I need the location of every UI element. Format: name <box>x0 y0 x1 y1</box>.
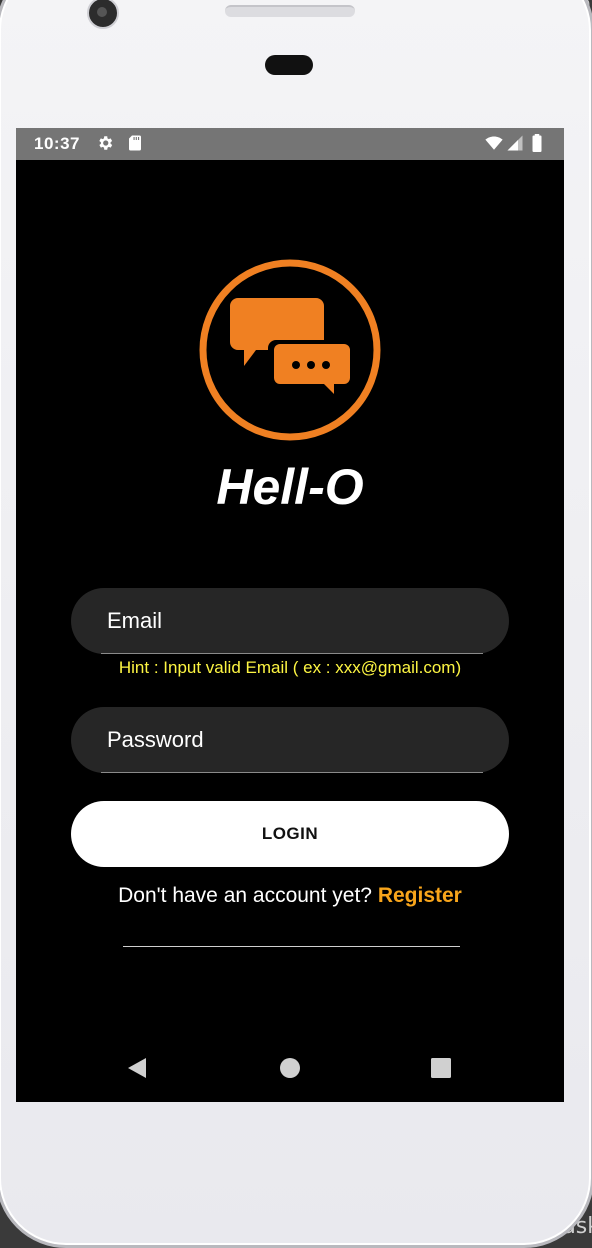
signal-icon <box>507 135 523 151</box>
chat-bubbles-icon <box>199 259 381 441</box>
status-time: 10:37 <box>34 134 80 153</box>
sd-card-icon <box>129 135 141 151</box>
battery-icon <box>532 134 542 152</box>
proximity-sensor <box>265 55 313 75</box>
status-bar: 10:37 <box>16 128 564 160</box>
navigation-bar <box>16 1038 564 1102</box>
email-hint: Hint : Input valid Email ( ex : xxx@gmai… <box>118 658 462 677</box>
login-button[interactable]: LOGIN <box>71 801 509 867</box>
divider <box>123 946 460 947</box>
email-placeholder: Email <box>107 608 163 633</box>
back-icon[interactable] <box>126 1056 150 1080</box>
home-icon[interactable] <box>278 1056 302 1080</box>
register-prompt: Don't have an account yet? <box>118 884 372 907</box>
register-link[interactable]: Register <box>378 884 462 907</box>
app-title: Hell-O <box>216 459 364 515</box>
password-placeholder: Password <box>107 727 204 752</box>
phone-screen: 10:37 Hell-O Email Hint : Input valid Em… <box>16 128 564 1102</box>
register-prompt-line: Don't have an account yet? Register <box>16 884 564 908</box>
password-field[interactable]: Password <box>71 707 509 773</box>
email-field[interactable]: Email <box>71 588 509 654</box>
password-underline <box>101 772 483 773</box>
email-underline <box>101 653 483 654</box>
recents-icon[interactable] <box>429 1056 453 1080</box>
wifi-icon <box>485 136 503 150</box>
settings-icon <box>99 136 113 150</box>
front-camera <box>87 0 119 29</box>
earpiece-speaker <box>225 5 355 17</box>
